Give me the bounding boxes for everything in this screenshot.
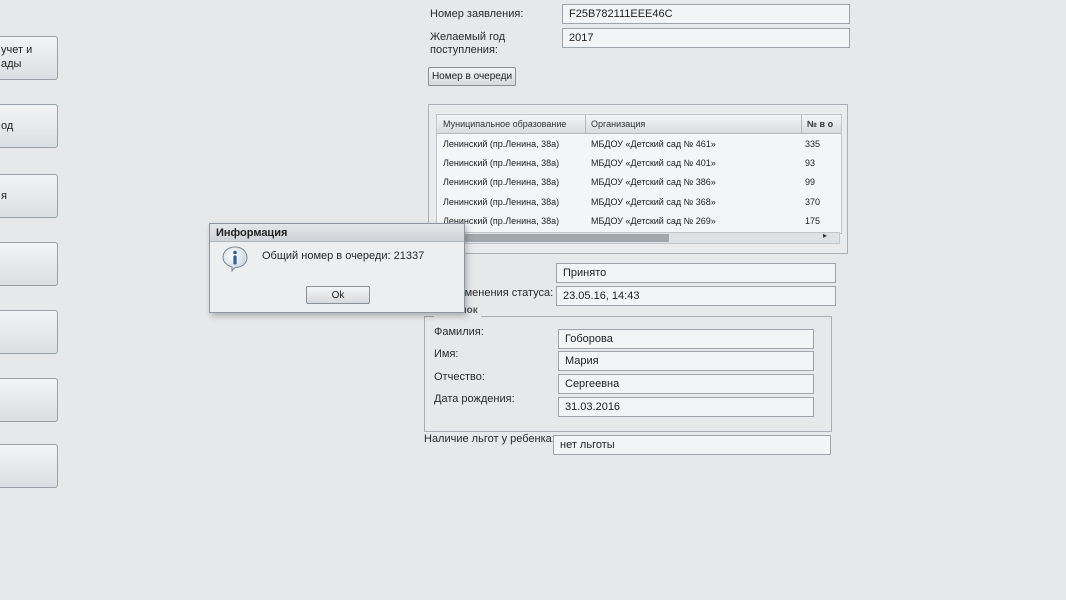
desired-year-field[interactable]: 2017 bbox=[562, 28, 850, 48]
cell-organization: МБДОУ «Детский сад № 461» bbox=[591, 139, 716, 149]
first-name-label: Имя: bbox=[434, 348, 459, 360]
last-name-label: Фамилия: bbox=[434, 326, 484, 338]
sidebar-item-5[interactable] bbox=[0, 310, 58, 354]
dialog-title: Информация bbox=[210, 224, 464, 242]
sidebar-item-label: ады bbox=[1, 58, 22, 70]
patronymic-label: Отчество: bbox=[434, 371, 485, 383]
sidebar-item-4[interactable] bbox=[0, 242, 58, 286]
desired-year-label: Желаемый год поступления: bbox=[430, 31, 505, 57]
cell-organization: МБДОУ «Детский сад № 401» bbox=[591, 158, 716, 168]
scrollbar-thumb[interactable] bbox=[443, 234, 669, 242]
column-header-queue-number[interactable]: № в о bbox=[807, 119, 833, 129]
sidebar-item-6[interactable] bbox=[0, 378, 58, 422]
sidebar-item-7[interactable] bbox=[0, 444, 58, 488]
birth-date-field[interactable]: 31.03.2016 bbox=[558, 397, 814, 417]
table-row[interactable]: Ленинский (пр.Ленина, 38а) МБДОУ «Детски… bbox=[437, 212, 841, 231]
sidebar-item-label: од bbox=[1, 120, 14, 132]
dialog-message: Общий номер в очереди: 21337 bbox=[262, 250, 425, 262]
table-row[interactable]: Ленинский (пр.Ленина, 38а) МБДОУ «Детски… bbox=[437, 173, 841, 192]
application-number-label: Номер заявления: bbox=[430, 8, 524, 20]
table-row[interactable]: Ленинский (пр.Ленина, 38а) МБДОУ «Детски… bbox=[437, 193, 841, 212]
ok-button[interactable]: Ok bbox=[306, 286, 370, 304]
status-date-field[interactable]: 23.05.16, 14:43 bbox=[556, 286, 836, 306]
birth-date-label: Дата рождения: bbox=[434, 393, 515, 405]
benefits-field[interactable]: нет льготы bbox=[553, 435, 831, 455]
cell-queue-number: 175 bbox=[805, 216, 821, 226]
scroll-right-arrow-icon[interactable]: ▸ bbox=[823, 231, 827, 240]
cell-queue-number: 335 bbox=[805, 139, 821, 149]
information-dialog: Информация Общий номер в очереди: 21337 … bbox=[209, 223, 465, 313]
desired-year-label-line2: поступления: bbox=[430, 44, 498, 56]
cell-queue-number: 93 bbox=[805, 158, 816, 168]
info-icon bbox=[222, 246, 248, 272]
queue-grid: Муниципальное образование Организация № … bbox=[436, 114, 842, 234]
cell-queue-number: 99 bbox=[805, 177, 816, 187]
sidebar-item-2[interactable]: од bbox=[0, 104, 58, 148]
cell-organization: МБДОУ «Детский сад № 368» bbox=[591, 197, 716, 207]
queue-grid-header: Муниципальное образование Организация № … bbox=[437, 115, 841, 134]
desired-year-label-line1: Желаемый год bbox=[430, 31, 506, 43]
benefits-label: Наличие льгот у ребенка: bbox=[424, 433, 555, 445]
sidebar-item-1[interactable]: учет и ады bbox=[0, 36, 58, 80]
sidebar-item-3[interactable]: я bbox=[0, 174, 58, 218]
status-field[interactable]: Принято bbox=[556, 263, 836, 283]
cell-municipality: Ленинский (пр.Ленина, 38а) bbox=[443, 139, 560, 149]
column-header-organization[interactable]: Организация bbox=[591, 119, 645, 129]
queue-number-button[interactable]: Номер в очереди bbox=[428, 67, 516, 86]
column-header-municipality[interactable]: Муниципальное образование bbox=[443, 119, 566, 129]
patronymic-field[interactable]: Сергеевна bbox=[558, 374, 814, 394]
application-number-field[interactable]: F25B782111EEE46C bbox=[562, 4, 850, 24]
table-row[interactable]: Ленинский (пр.Ленина, 38а) МБДОУ «Детски… bbox=[437, 135, 841, 154]
grid-horizontal-scrollbar[interactable]: ▸ bbox=[436, 231, 840, 244]
cell-municipality: Ленинский (пр.Ленина, 38а) bbox=[443, 177, 560, 187]
sidebar-item-label: я bbox=[1, 190, 7, 202]
cell-organization: МБДОУ «Детский сад № 386» bbox=[591, 177, 716, 187]
table-row[interactable]: Ленинский (пр.Ленина, 38а) МБДОУ «Детски… bbox=[437, 154, 841, 173]
last-name-field[interactable]: Гоборова bbox=[558, 329, 814, 349]
cell-organization: МБДОУ «Детский сад № 269» bbox=[591, 216, 716, 226]
cell-municipality: Ленинский (пр.Ленина, 38а) bbox=[443, 158, 560, 168]
sidebar-item-label: учет и bbox=[1, 44, 33, 56]
first-name-field[interactable]: Мария bbox=[558, 351, 814, 371]
cell-queue-number: 370 bbox=[805, 197, 821, 207]
cell-municipality: Ленинский (пр.Ленина, 38а) bbox=[443, 197, 560, 207]
